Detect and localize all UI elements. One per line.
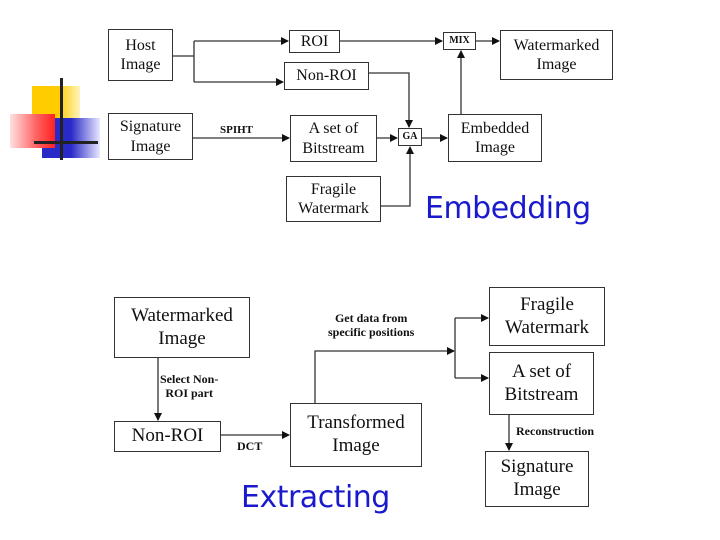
edge-transformed-to-split xyxy=(314,347,455,403)
edge-label-reconstruction: Reconstruction xyxy=(516,424,594,438)
node-label: ROI xyxy=(300,32,329,50)
node-label: A set of Bitstream xyxy=(302,120,365,157)
node-embedded-image: Embedded Image xyxy=(448,114,542,162)
edge-label-select-non-roi: Select Non- ROI part xyxy=(160,372,219,400)
node-label: Signature Image xyxy=(500,456,574,500)
node-watermarked-image: Watermarked Image xyxy=(500,30,613,80)
node-label: Non-ROI xyxy=(296,67,357,85)
node-signature-image: Signature Image xyxy=(108,113,193,160)
node-label: Signature Image xyxy=(119,118,182,155)
node-ga: GA xyxy=(398,128,422,146)
edge-label-spiht: SPIHT xyxy=(220,124,254,136)
node-label: Fragile Watermark xyxy=(298,180,369,217)
node-host-image: Host Image xyxy=(108,29,173,81)
node-transformed-image: Transformed Image xyxy=(290,403,422,467)
edge-fragile-to-ga xyxy=(381,146,414,207)
node-watermarked-image-2: Watermarked Image xyxy=(114,297,250,358)
node-label: Watermarked Image xyxy=(513,36,600,73)
node-roi: ROI xyxy=(289,30,340,53)
edge-host-split xyxy=(173,41,195,82)
node-label: A set of Bitstream xyxy=(504,360,579,405)
node-label: GA xyxy=(402,131,418,142)
node-label: Host Image xyxy=(120,36,161,73)
edge-label-get-data: Get data from specific positions xyxy=(328,311,415,339)
node-signature-image-2: Signature Image xyxy=(485,451,589,507)
node-label: Fragile Watermark xyxy=(505,293,589,338)
node-label: Embedded Image xyxy=(460,119,530,156)
section-title-extracting: Extracting xyxy=(241,480,390,515)
node-non-roi: Non-ROI xyxy=(284,62,369,90)
edge-label-dct: DCT xyxy=(237,439,263,453)
node-fragile-watermark-2: Fragile Watermark xyxy=(489,287,605,346)
node-label: MIX xyxy=(449,35,470,46)
section-title-embedding: Embedding xyxy=(425,191,591,226)
node-mix: MIX xyxy=(443,32,476,50)
node-non-roi-2: Non-ROI xyxy=(114,421,221,452)
node-label: Non-ROI xyxy=(131,425,204,447)
node-bitstream: A set of Bitstream xyxy=(290,115,377,162)
node-label: Transformed Image xyxy=(307,412,405,456)
node-bitstream-2: A set of Bitstream xyxy=(489,352,594,415)
node-label: Watermarked Image xyxy=(131,304,233,349)
node-fragile-watermark: Fragile Watermark xyxy=(286,176,381,222)
